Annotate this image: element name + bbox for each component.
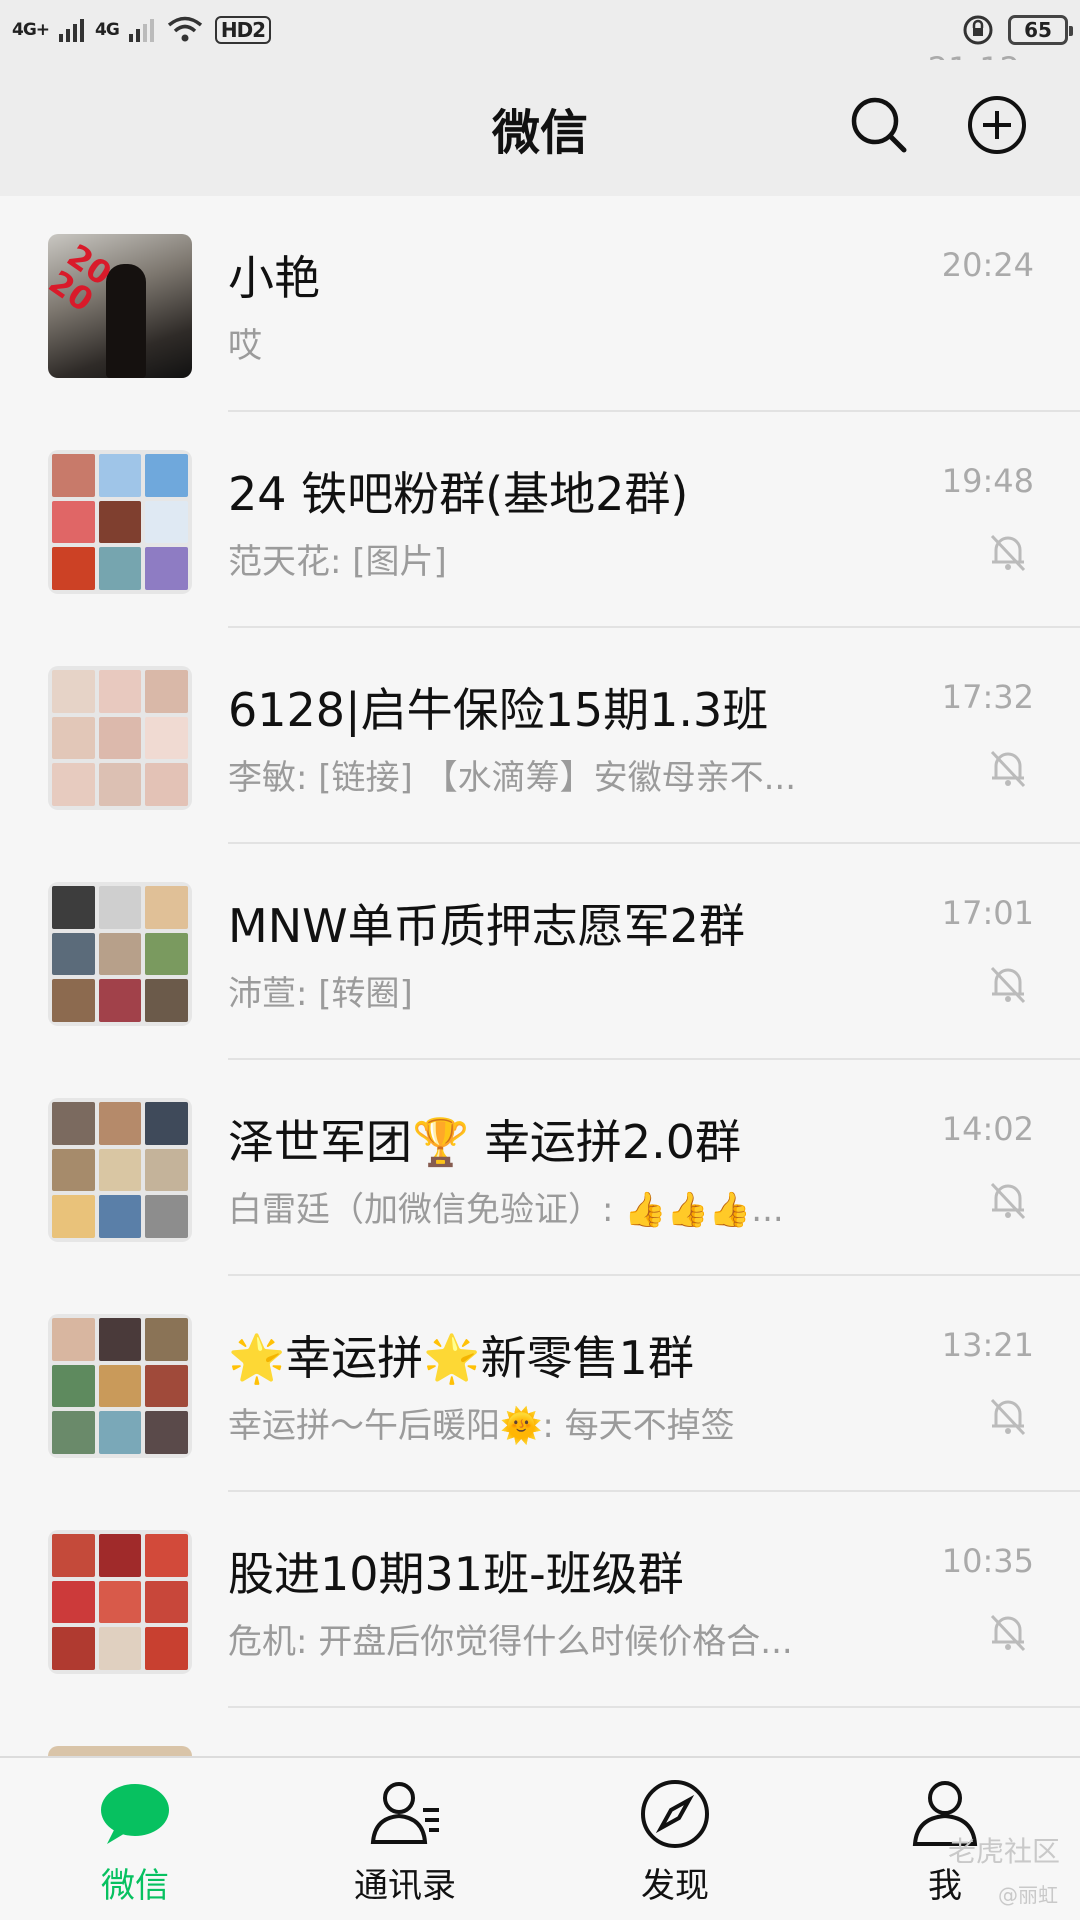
- contacts-icon: [370, 1782, 439, 1844]
- chat-time: 17:32: [941, 678, 1034, 716]
- tab-chats[interactable]: 微信: [0, 1758, 270, 1920]
- chat-time: 19:48: [941, 462, 1034, 500]
- watermark-author: @丽虹: [998, 1883, 1058, 1907]
- signal-bars-icon: [128, 19, 154, 42]
- battery-level: 65: [1024, 18, 1052, 42]
- plus-circle-icon[interactable]: [966, 94, 1028, 156]
- tab-discover[interactable]: 发现: [540, 1758, 810, 1920]
- tab-label: 微信: [101, 1866, 169, 1906]
- chat-preview: 幸运拼～午后暖阳🌞: 每天不掉签: [228, 1406, 735, 1446]
- chat-preview: 李敏: [链接] 【水滴筹】安徽母亲不...: [228, 758, 797, 798]
- status-bar: 21:12 4G+ 4G HD2 65: [0, 0, 1080, 88]
- chat-preview: 范天花: [图片]: [228, 542, 447, 582]
- chat-preview: 白雷廷（加微信免验证）: 👍👍👍...: [228, 1190, 784, 1230]
- signal-bars-icon: [59, 19, 85, 42]
- chat-name: 6128|启牛保险15期1.3班: [228, 683, 769, 737]
- chat-bubble-icon: [101, 1784, 169, 1844]
- avatar: 20 20: [48, 234, 192, 378]
- signal-4g-plus: 4G+: [12, 20, 50, 40]
- bottom-tab-bar: 微信 通讯录 发现 我 老虎社区 @丽虹: [0, 1756, 1080, 1920]
- mute-bell-icon: [990, 534, 1026, 572]
- signal-4g: 4G: [95, 20, 120, 40]
- chat-time: 14:02: [941, 1110, 1034, 1148]
- group-avatar: [48, 1530, 192, 1674]
- chat-name: 泽世军团🏆 幸运拼2.0群: [228, 1115, 742, 1169]
- chat-name: 小艳: [228, 251, 320, 305]
- chat-name: 24 铁吧粉群(基地2群): [228, 467, 689, 521]
- mute-bell-icon: [990, 750, 1026, 788]
- group-avatar: [48, 666, 192, 810]
- group-avatar: [48, 1314, 192, 1458]
- chat-row[interactable]: 🌟幸运拼🌟新零售1群 幸运拼～午后暖阳🌞: 每天不掉签 13:21: [0, 1276, 1080, 1492]
- chat-row[interactable]: 6128|启牛保险15期1.3班 李敏: [链接] 【水滴筹】安徽母亲不... …: [0, 628, 1080, 844]
- chat-preview: 哎: [228, 326, 262, 366]
- chat-row[interactable]: 20 20 小艳 哎 20:24: [0, 196, 1080, 412]
- chat-row[interactable]: 股进10期31班-班级群 危机: 开盘后你觉得什么时候价格合... 10:35: [0, 1492, 1080, 1708]
- chat-name: 股进10期31班-班级群: [228, 1547, 684, 1601]
- watermark: 老虎社区: [947, 1835, 1060, 1868]
- chat-row-partial[interactable]: [0, 1708, 1080, 1756]
- chat-preview: 危机: 开盘后你觉得什么时候价格合...: [228, 1622, 793, 1662]
- group-avatar: [48, 450, 192, 594]
- chat-time: 10:35: [941, 1542, 1034, 1580]
- chat-row[interactable]: 泽世军团🏆 幸运拼2.0群 白雷廷（加微信免验证）: 👍👍👍... 14:02: [0, 1060, 1080, 1276]
- chat-name: 🌟幸运拼🌟新零售1群: [228, 1331, 694, 1385]
- page-title: 微信: [491, 105, 588, 161]
- chat-time: 13:21: [941, 1326, 1034, 1364]
- chat-name: MNW单币质押志愿军2群: [228, 899, 745, 953]
- chat-row[interactable]: MNW单币质押志愿军2群 沛萱: [转圈] 17:01: [0, 844, 1080, 1060]
- app-header: 微信: [0, 60, 1080, 196]
- hd-voice-indicator: HD2: [214, 16, 272, 44]
- chat-time: 20:24: [941, 246, 1034, 284]
- rotation-lock-icon: [963, 15, 993, 45]
- wifi-icon: [167, 16, 202, 42]
- group-avatar: [48, 882, 192, 1026]
- mute-bell-icon: [990, 1398, 1026, 1436]
- group-avatar: [48, 1098, 192, 1242]
- chat-preview: 沛萱: [转圈]: [228, 974, 413, 1014]
- search-icon[interactable]: [848, 94, 910, 156]
- mute-bell-icon: [990, 966, 1026, 1004]
- tab-label: 发现: [641, 1866, 709, 1906]
- chat-list[interactable]: 20 20 小艳 哎 20:24 24 铁吧粉群(基地2群) 范天花: [图片] …: [0, 196, 1080, 1756]
- chat-row[interactable]: 24 铁吧粉群(基地2群) 范天花: [图片] 19:48: [0, 412, 1080, 628]
- group-avatar: [48, 1746, 192, 1756]
- tab-label: 通讯录: [354, 1866, 456, 1906]
- chat-time: 17:01: [941, 894, 1034, 932]
- mute-bell-icon: [990, 1182, 1026, 1220]
- battery-indicator: 65: [1008, 15, 1073, 45]
- tab-contacts[interactable]: 通讯录: [270, 1758, 540, 1920]
- mute-bell-icon: [990, 1614, 1026, 1652]
- compass-icon: [641, 1780, 709, 1848]
